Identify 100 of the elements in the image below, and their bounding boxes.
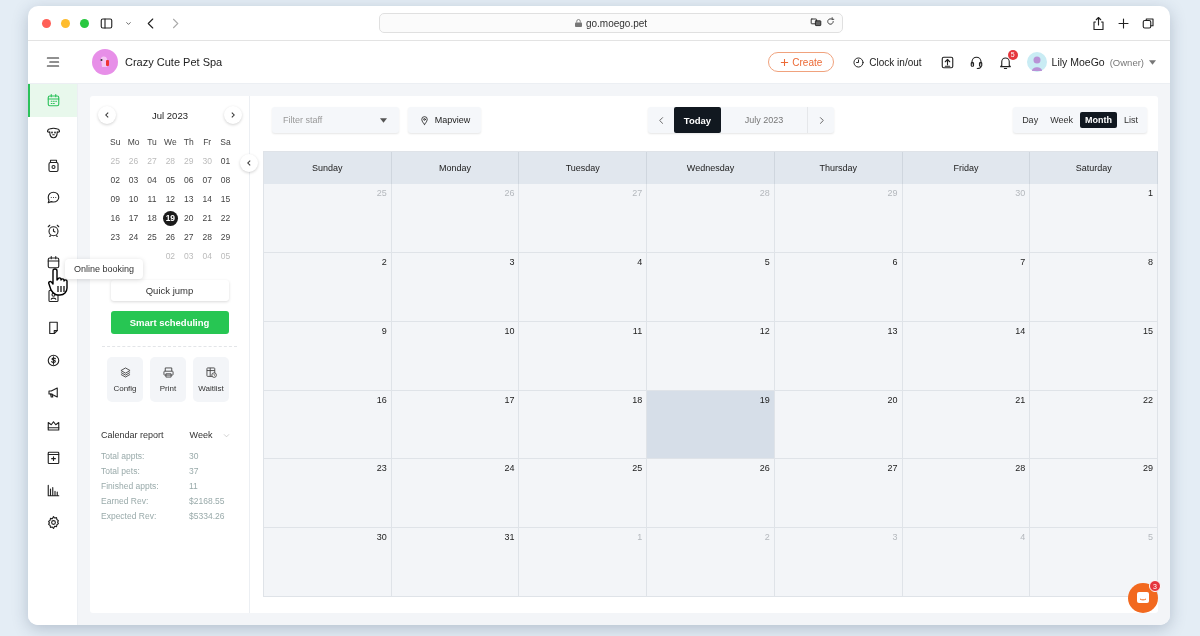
date-cell[interactable]: 27 bbox=[179, 228, 198, 246]
view-tab[interactable]: Week bbox=[1045, 112, 1078, 128]
address-bar[interactable]: go.moego.pet bbox=[379, 13, 843, 33]
close-window-button[interactable] bbox=[42, 18, 51, 28]
chevron-left-icon bbox=[245, 159, 253, 167]
day-cell[interactable]: 13 bbox=[774, 321, 903, 391]
day-cell[interactable]: 12 bbox=[647, 321, 775, 391]
weekday-label: Su bbox=[109, 136, 122, 149]
date-cell[interactable]: 08 bbox=[216, 171, 235, 189]
plus-icon bbox=[780, 57, 790, 67]
day-cell[interactable]: 17 bbox=[391, 390, 520, 460]
date-cell[interactable]: 17 bbox=[124, 209, 143, 227]
date-cell[interactable]: 10 bbox=[124, 190, 143, 208]
day-cell[interactable]: 5 bbox=[647, 252, 775, 322]
day-cell[interactable]: 15 bbox=[1030, 321, 1158, 391]
date-cell[interactable]: 05 bbox=[161, 171, 180, 189]
bar-chart-icon bbox=[46, 482, 61, 498]
day-cell[interactable]: 21 bbox=[902, 390, 1031, 460]
day-cell[interactable]: 16 bbox=[264, 390, 392, 460]
user-avatar[interactable] bbox=[1026, 52, 1047, 72]
chevron-right-icon bbox=[229, 111, 237, 119]
translate-icon[interactable] bbox=[810, 16, 822, 28]
day-cell[interactable]: 31 bbox=[391, 528, 520, 597]
day-cell[interactable]: 9 bbox=[264, 321, 392, 391]
tool-button[interactable]: Config bbox=[107, 357, 143, 402]
dog-icon bbox=[46, 125, 61, 141]
clock-in-out-button[interactable]: Clock in/out bbox=[852, 55, 922, 69]
day-cell[interactable]: 3 bbox=[391, 252, 520, 322]
new-tab-icon[interactable] bbox=[1116, 15, 1131, 31]
chat-bubble-icon bbox=[46, 190, 61, 206]
date-cell[interactable]: 07 bbox=[197, 171, 217, 189]
weekday-header: Monday bbox=[391, 152, 520, 184]
tabs-overview-icon[interactable] bbox=[1141, 15, 1156, 31]
day-cell[interactable]: 18 bbox=[519, 390, 648, 460]
day-cell[interactable]: 29 bbox=[1030, 459, 1158, 529]
date-cell[interactable]: 06 bbox=[179, 171, 198, 189]
view-tab[interactable]: List bbox=[1119, 112, 1143, 128]
date-cell[interactable]: 11 bbox=[142, 190, 162, 208]
user-name[interactable]: Lily MoeGo bbox=[1051, 56, 1105, 68]
date-cell[interactable]: 25 bbox=[142, 228, 162, 246]
day-cell[interactable]: 7 bbox=[902, 252, 1031, 322]
date-cell[interactable]: 29 bbox=[216, 228, 235, 246]
date-cell[interactable]: 16 bbox=[106, 209, 125, 227]
stat-label: Earned Rev: bbox=[101, 496, 150, 506]
day-cell[interactable]: 10 bbox=[391, 321, 520, 391]
date-cell[interactable]: 19 bbox=[162, 210, 178, 226]
tool-button[interactable]: Waitlist bbox=[193, 357, 229, 402]
menu-icon[interactable] bbox=[44, 54, 61, 70]
date-cell[interactable]: 09 bbox=[106, 190, 125, 208]
day-cell[interactable]: 27 bbox=[774, 459, 903, 529]
day-cell[interactable]: 2 bbox=[264, 252, 392, 322]
day-cell[interactable]: 23 bbox=[264, 459, 392, 529]
date-cell[interactable]: 12 bbox=[161, 190, 180, 208]
day-cell[interactable]: 25 bbox=[519, 459, 648, 529]
day-cell[interactable]: 30 bbox=[264, 528, 392, 597]
tool-button[interactable]: Print bbox=[150, 357, 186, 402]
day-cell[interactable]: 1 bbox=[1030, 184, 1158, 253]
date-cell[interactable]: 22 bbox=[216, 209, 235, 227]
date-cell[interactable]: 20 bbox=[179, 209, 198, 227]
headset-icon[interactable] bbox=[968, 54, 984, 70]
day-cell[interactable]: 8 bbox=[1030, 252, 1158, 322]
date-cell[interactable]: 26 bbox=[161, 228, 180, 246]
today-button[interactable]: Today bbox=[674, 107, 721, 133]
date-cell[interactable]: 01 bbox=[216, 152, 235, 170]
bell-icon[interactable] bbox=[997, 54, 1013, 70]
date-cell[interactable]: 15 bbox=[216, 190, 235, 208]
day-cell[interactable]: 4 bbox=[519, 252, 648, 322]
day-cell[interactable]: 14 bbox=[902, 321, 1031, 391]
date-cell[interactable]: 23 bbox=[106, 228, 125, 246]
reload-icon[interactable] bbox=[825, 16, 836, 27]
settings-icon bbox=[46, 515, 61, 531]
date-cell[interactable]: 18 bbox=[142, 209, 162, 227]
day-cell[interactable]: 26 bbox=[647, 459, 775, 529]
view-tab[interactable]: Day bbox=[1017, 112, 1044, 128]
day-cell[interactable]: 20 bbox=[774, 390, 903, 460]
upload-icon[interactable] bbox=[939, 54, 955, 70]
date-cell[interactable]: 13 bbox=[179, 190, 198, 208]
filter-staff-field[interactable]: Filter staff bbox=[272, 107, 399, 133]
quick-jump-button[interactable]: Quick jump bbox=[110, 280, 229, 301]
day-cell[interactable]: 19 bbox=[647, 390, 775, 460]
date-cell[interactable]: 28 bbox=[197, 228, 217, 246]
stat-label: Total appts: bbox=[101, 451, 146, 461]
date-cell[interactable]: 24 bbox=[124, 228, 143, 246]
date-cell[interactable]: 02 bbox=[106, 171, 125, 189]
share-icon[interactable] bbox=[1091, 15, 1106, 31]
sidebar-icon[interactable] bbox=[99, 15, 114, 31]
day-cell[interactable]: 24 bbox=[391, 459, 520, 529]
day-cell[interactable]: 22 bbox=[1030, 390, 1158, 460]
date-cell[interactable]: 03 bbox=[124, 171, 143, 189]
report-period[interactable]: Week bbox=[189, 430, 213, 440]
view-tab[interactable]: Month bbox=[1080, 112, 1117, 128]
day-cell[interactable]: 6 bbox=[774, 252, 903, 322]
date-cell[interactable]: 04 bbox=[142, 171, 162, 189]
date-cell[interactable]: 21 bbox=[197, 209, 217, 227]
mapview-button[interactable]: Mapview bbox=[408, 107, 481, 133]
weekday-label: We bbox=[163, 136, 178, 149]
day-cell[interactable]: 11 bbox=[519, 321, 648, 391]
day-cell[interactable]: 28 bbox=[902, 459, 1031, 529]
date-cell[interactable]: 14 bbox=[197, 190, 217, 208]
caret-icon[interactable] bbox=[1149, 59, 1156, 65]
